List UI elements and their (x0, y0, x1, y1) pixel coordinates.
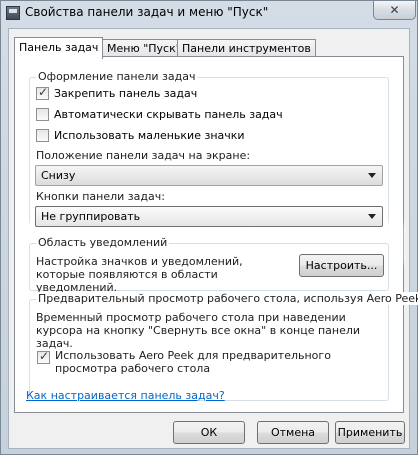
lock-taskbar-option[interactable]: Закрепить панель задач (36, 85, 198, 100)
cancel-button[interactable]: Отмена (257, 421, 329, 444)
aero-peek-checkbox-label[interactable]: Использовать Aero Peek для предварительн… (55, 349, 355, 375)
buttons-label: Кнопки панели задач: (36, 190, 165, 203)
chevron-down-icon (368, 173, 376, 178)
autohide-option[interactable]: Автоматически скрывать панель задач (36, 108, 283, 121)
appearance-group-label: Оформление панели задач (36, 70, 198, 83)
lock-taskbar-checkbox[interactable] (36, 85, 49, 100)
tab-taskbar[interactable]: Панель задач (14, 37, 104, 59)
notification-area-group-label: Область уведомлений (36, 236, 170, 249)
autohide-checkbox[interactable] (36, 108, 49, 121)
dialog-window: Свойства панели задач и меню "Пуск" ✕ Па… (0, 0, 418, 455)
taskbar-app-icon (6, 6, 20, 20)
autohide-label: Автоматически скрывать панель задач (54, 108, 283, 121)
notification-area-description: Настройка значков и уведомлений, которые… (36, 255, 243, 294)
lock-taskbar-label: Закрепить панель задач (54, 87, 198, 100)
chevron-down-icon (368, 214, 376, 219)
tab-panel-taskbar: Оформление панели задач Закрепить панель… (14, 56, 418, 413)
title-bar[interactable]: Свойства панели задач и меню "Пуск" ✕ (1, 1, 417, 27)
tab-start-menu[interactable]: Меню "Пуск" (102, 39, 186, 57)
ok-button[interactable]: ОК (173, 421, 245, 444)
tab-toolbars[interactable]: Панели инструментов (177, 39, 316, 57)
aero-peek-group-label: Предварительный просмотр рабочего стола,… (36, 292, 418, 305)
position-select[interactable]: Снизу (35, 165, 383, 186)
position-label: Положение панели задач на экране: (36, 149, 251, 162)
taskbar-help-link[interactable]: Как настраивается панель задач? (26, 389, 225, 402)
close-button[interactable]: ✕ (373, 1, 416, 20)
aero-peek-checkbox[interactable] (37, 349, 50, 364)
aero-peek-description: Временный просмотр рабочего стола при на… (36, 311, 361, 350)
small-icons-checkbox[interactable] (36, 129, 49, 142)
small-icons-label: Использовать маленькие значки (54, 129, 245, 142)
dialog-client-area: Панель задач Меню "Пуск" Панели инструме… (8, 28, 418, 449)
window-title: Свойства панели задач и меню "Пуск" (25, 5, 269, 19)
apply-button[interactable]: Применить (335, 421, 405, 444)
configure-button[interactable]: Настроить... (299, 254, 384, 277)
small-icons-option[interactable]: Использовать маленькие значки (36, 129, 245, 142)
taskbar-buttons-select-value: Не группировать (41, 210, 141, 223)
position-select-value: Снизу (41, 169, 76, 182)
taskbar-buttons-select[interactable]: Не группировать (35, 206, 383, 227)
